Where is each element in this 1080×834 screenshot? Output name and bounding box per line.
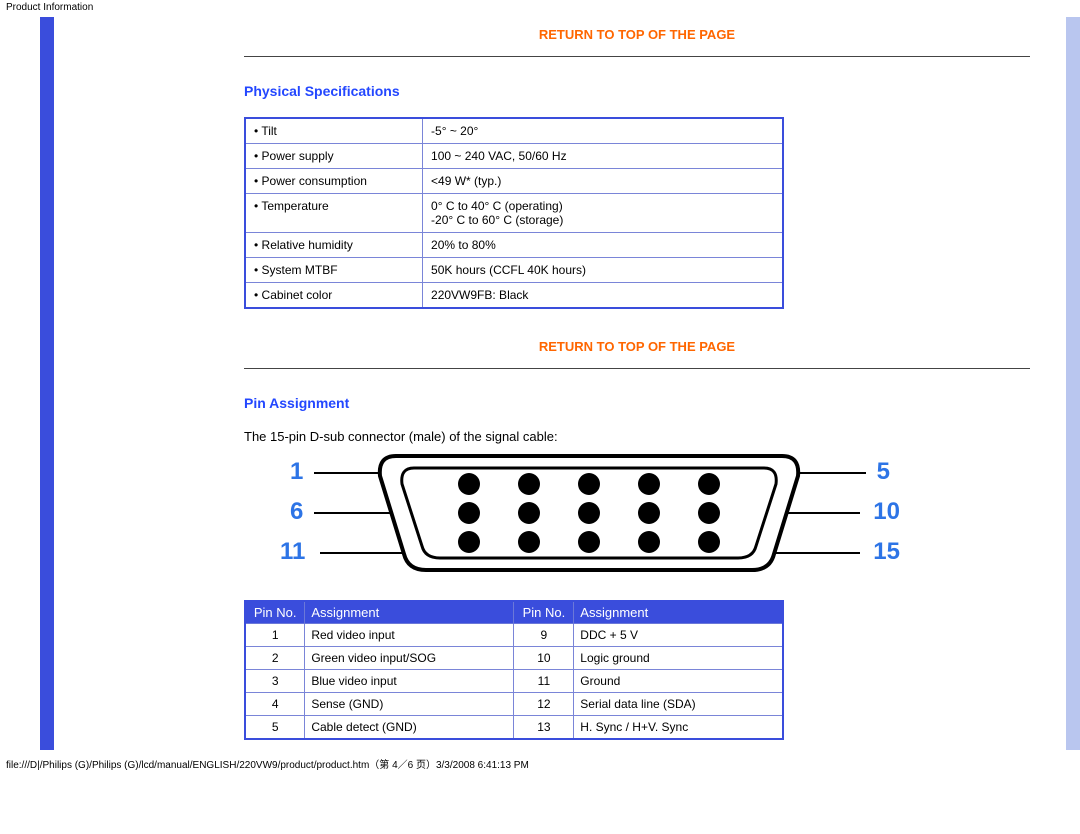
conn-label-11: 11 [280,538,305,566]
right-vertical-stripe [1066,17,1080,750]
pin-no-cell: 1 [245,624,305,647]
pin-assign-cell: Ground [574,670,783,693]
spec-row: • Power consumption<49 W* (typ.) [245,169,783,194]
spec-label: • Power supply [245,144,423,169]
spec-value: 50K hours (CCFL 40K hours) [423,258,783,283]
pin-row: 3Blue video input11Ground [245,670,783,693]
pin-no-cell: 3 [245,670,305,693]
pin-row: 4Sense (GND)12Serial data line (SDA) [245,693,783,716]
footer-path-text: file:///D|/Philips (G)/Philips (G)/lcd/m… [6,760,529,771]
pin-no-cell: 10 [514,647,574,670]
spec-label: • Temperature [245,194,423,233]
spec-value: 220VW9FB: Black [423,283,783,309]
pin-no-cell: 9 [514,624,574,647]
spec-row: • Temperature0° C to 40° C (operating)-2… [245,194,783,233]
pin-no-cell: 11 [514,670,574,693]
spec-row: • Relative humidity20% to 80% [245,233,783,258]
spec-value: -5° ~ 20° [423,118,783,144]
conn-label-5: 5 [877,458,890,486]
spec-value: 100 ~ 240 VAC, 50/60 Hz [423,144,783,169]
pin-row: 5Cable detect (GND)13H. Sync / H+V. Sync [245,716,783,740]
content-column: RETURN TO TOP OF THE PAGE Physical Speci… [54,17,1054,750]
lead-line [800,472,866,474]
pin-no-cell: 2 [245,647,305,670]
pin-assign-cell: Sense (GND) [305,693,514,716]
pin-assign-cell: Blue video input [305,670,514,693]
pin-assign-cell: DDC + 5 V [574,624,783,647]
pin-assign-cell: H. Sync / H+V. Sync [574,716,783,740]
physical-spec-heading: Physical Specifications [244,83,1030,99]
pin-header-row: Pin No. Assignment Pin No. Assignment [245,601,783,624]
divider-2 [244,368,1030,369]
pin-header-pinno-b: Pin No. [514,601,574,624]
spec-row: • Power supply100 ~ 240 VAC, 50/60 Hz [245,144,783,169]
return-top-link-2[interactable]: RETURN TO TOP OF THE PAGE [244,339,1030,354]
pin-assign-cell: Serial data line (SDA) [574,693,783,716]
return-top-anchor-1[interactable]: RETURN TO TOP OF THE PAGE [539,27,735,42]
pin-assign-cell: Logic ground [574,647,783,670]
spec-value: 20% to 80% [423,233,783,258]
pin-row: 2Green video input/SOG10Logic ground [245,647,783,670]
page-footer: file:///D|/Philips (G)/Philips (G)/lcd/m… [0,750,1080,773]
conn-label-6: 6 [290,498,303,526]
spec-label: • Tilt [245,118,423,144]
conn-label-10: 10 [873,498,900,526]
physical-spec-table: • Tilt-5° ~ 20°• Power supply100 ~ 240 V… [244,117,784,309]
divider-1 [244,56,1030,57]
spec-value: <49 W* (typ.) [423,169,783,194]
spec-label: • Relative humidity [245,233,423,258]
pin-desc-text: The 15-pin D-sub connector (male) of the… [244,429,1030,444]
pin-assign-cell: Green video input/SOG [305,647,514,670]
pin-assign-cell: Red video input [305,624,514,647]
page-header-title: Product Information [6,2,93,13]
pin-assign-cell: Cable detect (GND) [305,716,514,740]
spec-row: • System MTBF50K hours (CCFL 40K hours) [245,258,783,283]
pin-no-cell: 13 [514,716,574,740]
return-top-anchor-2[interactable]: RETURN TO TOP OF THE PAGE [539,339,735,354]
page-frame: RETURN TO TOP OF THE PAGE Physical Speci… [40,17,1080,750]
pin-assignment-table: Pin No. Assignment Pin No. Assignment 1R… [244,600,784,740]
spec-label: • Power consumption [245,169,423,194]
spec-row: • Tilt-5° ~ 20° [245,118,783,144]
lead-line [314,472,380,474]
spec-label: • System MTBF [245,258,423,283]
pin-assignment-heading: Pin Assignment [244,395,1030,411]
conn-label-1: 1 [290,458,303,486]
spec-value: 0° C to 40° C (operating)-20° C to 60° C… [423,194,783,233]
page-header: Product Information [0,0,1080,17]
left-vertical-stripe [40,17,54,750]
pin-row: 1Red video input9DDC + 5 V [245,624,783,647]
return-top-link-1[interactable]: RETURN TO TOP OF THE PAGE [244,27,1030,42]
spec-row: • Cabinet color220VW9FB: Black [245,283,783,309]
pin-header-assign-b: Assignment [574,601,783,624]
spec-label: • Cabinet color [245,283,423,309]
pin-no-cell: 5 [245,716,305,740]
pin-header-pinno-a: Pin No. [245,601,305,624]
conn-label-15: 15 [873,538,900,566]
dsub-shell-icon [374,450,804,576]
pin-no-cell: 4 [245,693,305,716]
pin-header-assign-a: Assignment [305,601,514,624]
pin-no-cell: 12 [514,693,574,716]
dsub-connector-diagram: 1 6 11 5 10 15 [280,456,900,576]
